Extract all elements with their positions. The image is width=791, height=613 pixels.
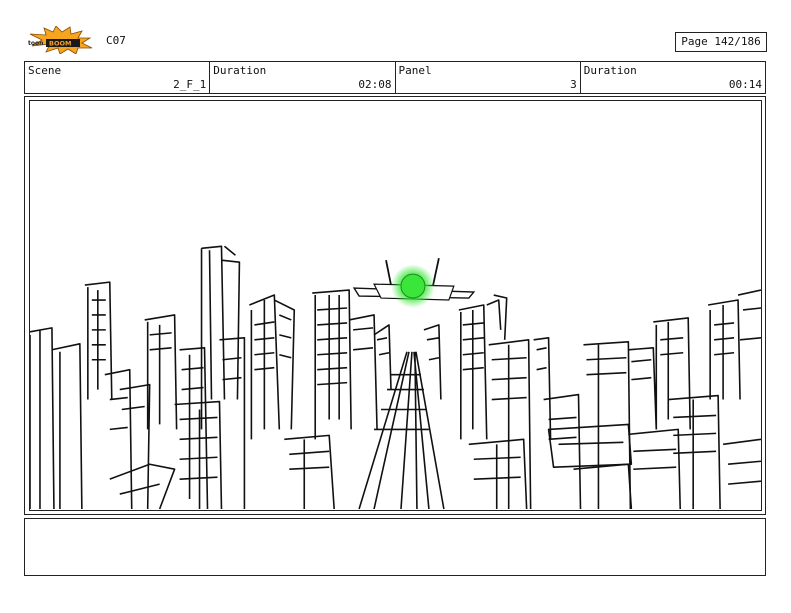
- scene-cell: Scene 2_F_1: [25, 62, 211, 93]
- panel-value: 3: [570, 78, 577, 91]
- panel-cell: Panel 3: [396, 62, 581, 93]
- city-sketch: [30, 245, 761, 510]
- scene-value: 2_F_1: [173, 78, 207, 91]
- scene-info-table: Scene 2_F_1 Duration 02:08 Panel 3 Durat…: [24, 61, 766, 94]
- toon-boom-logo: toon BOOM: [28, 26, 93, 54]
- panel-duration-label: Duration: [583, 64, 637, 77]
- scene-label: Scene: [28, 64, 62, 77]
- logo-text-right: BOOM: [49, 40, 71, 48]
- scene-duration-label: Duration: [213, 64, 267, 77]
- action-notes-box: [24, 518, 766, 576]
- panel-duration-cell: Duration 00:14: [581, 62, 765, 93]
- episode-code: C07: [106, 34, 126, 47]
- scene-duration-cell: Duration 02:08: [210, 62, 396, 93]
- logo-text-left: toon: [28, 40, 43, 47]
- panel-label: Panel: [398, 64, 432, 77]
- spaceship-sketch: [352, 258, 476, 308]
- storyboard-panel: [29, 100, 762, 511]
- panel-duration-value: 00:14: [728, 78, 762, 91]
- page-counter: Page 142/186: [675, 32, 767, 52]
- scene-duration-value: 02:08: [358, 78, 392, 91]
